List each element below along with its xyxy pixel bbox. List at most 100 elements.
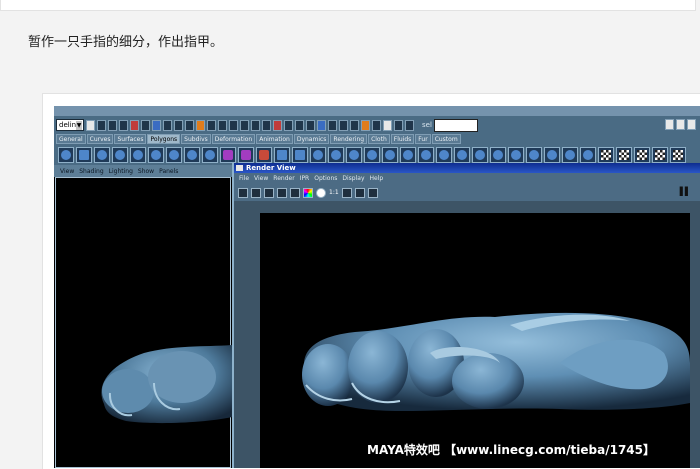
snap-view-plane-icon[interactable] (306, 119, 315, 131)
combine-icon[interactable] (220, 147, 236, 163)
extrude-edge-icon[interactable] (472, 147, 488, 163)
mask-curve-icon[interactable] (185, 119, 194, 131)
insert-edge-loop-icon[interactable] (436, 147, 452, 163)
extrude-face-icon[interactable] (454, 147, 470, 163)
fill-hole-icon[interactable] (346, 147, 362, 163)
render-globals-icon[interactable] (383, 119, 392, 131)
tab-general[interactable]: General (56, 134, 86, 144)
cut-faces-icon[interactable] (562, 147, 578, 163)
make-live-icon[interactable] (317, 119, 326, 131)
helix-icon[interactable] (184, 147, 200, 163)
planar-map-icon[interactable] (598, 147, 614, 163)
append-icon[interactable] (400, 147, 416, 163)
triangulate-icon[interactable] (310, 147, 326, 163)
cylindrical-map-icon[interactable] (616, 147, 632, 163)
snap-curve-icon[interactable] (284, 119, 293, 131)
render-menu-ipr[interactable]: IPR (300, 175, 310, 182)
render-menu-view[interactable]: View (254, 175, 268, 182)
keep-image-icon[interactable] (341, 187, 352, 198)
mask-misc-icon[interactable] (240, 119, 249, 131)
tab-dynamics[interactable]: Dynamics (293, 134, 330, 144)
input-ops-icon[interactable] (328, 119, 337, 131)
snapshot-icon[interactable] (264, 187, 274, 198)
smooth-icon[interactable] (292, 147, 308, 163)
cylinder-icon[interactable] (94, 147, 110, 163)
channel-box-icon[interactable] (687, 119, 696, 130)
make-hole-icon[interactable] (364, 147, 380, 163)
render-menu-help[interactable]: Help (370, 175, 384, 182)
mode-select[interactable]: deling ▼ (56, 119, 84, 131)
project-uv-icon[interactable] (580, 147, 596, 163)
wedge-icon[interactable] (508, 147, 524, 163)
extract-icon[interactable] (256, 147, 272, 163)
tab-animation[interactable]: Animation (256, 134, 293, 144)
select-component-icon[interactable] (141, 119, 150, 131)
remove-image-icon[interactable] (354, 187, 365, 198)
select-mask-icon[interactable] (152, 119, 161, 131)
split-icon[interactable] (418, 147, 434, 163)
tab-surfaces[interactable]: Surfaces (114, 134, 147, 144)
alpha-channel-icon[interactable] (316, 187, 326, 198)
quadrangulate-icon[interactable] (328, 147, 344, 163)
soccer-ball-icon[interactable] (202, 147, 218, 163)
select-object-icon[interactable] (130, 119, 139, 131)
mask-dynamic-icon[interactable] (218, 119, 227, 131)
refresh-icon[interactable] (290, 187, 300, 198)
open-scene-icon[interactable] (97, 119, 106, 131)
ipr-icon[interactable] (277, 187, 287, 198)
render-current-frame-icon[interactable] (361, 119, 370, 131)
uv-editor-icon[interactable] (670, 147, 686, 163)
automatic-map-icon[interactable] (652, 147, 668, 163)
snap-point-icon[interactable] (295, 119, 304, 131)
render-region-icon[interactable] (251, 187, 261, 198)
render-menu-options[interactable]: Options (314, 175, 337, 182)
render-view-window[interactable]: Render View File View Render IPR Options Disp… (232, 163, 700, 468)
create-polygon-icon[interactable] (382, 147, 398, 163)
render-menu-display[interactable]: Display (342, 175, 364, 182)
render-settings-icon[interactable] (367, 187, 378, 198)
tab-custom[interactable]: Custom (431, 134, 461, 144)
plane-icon[interactable] (130, 147, 146, 163)
select-hierarchy-icon[interactable] (119, 119, 128, 131)
cone-icon[interactable] (112, 147, 128, 163)
viewport-menu-show[interactable]: Show (138, 168, 154, 175)
render-menu-render[interactable]: Render (273, 175, 294, 182)
ipr-render-icon[interactable] (372, 119, 381, 131)
save-scene-icon[interactable] (108, 119, 117, 131)
subdivide-icon[interactable] (544, 147, 560, 163)
tab-fur[interactable]: Fur (415, 134, 431, 144)
viewport-menu-panels[interactable]: Panels (159, 168, 178, 175)
output-ops-icon[interactable] (339, 119, 348, 131)
batch-render-icon[interactable] (405, 119, 414, 131)
viewport-menu-shading[interactable]: Shading (79, 168, 103, 175)
real-size-button[interactable]: 1:1 (329, 188, 339, 198)
tab-curves[interactable]: Curves (86, 134, 114, 144)
viewport-menu-view[interactable]: View (60, 168, 74, 175)
torus-icon[interactable] (148, 147, 164, 163)
spherical-map-icon[interactable] (634, 147, 650, 163)
mask-render-icon[interactable] (229, 119, 238, 131)
mask-handle-icon[interactable] (163, 119, 172, 131)
new-scene-icon[interactable] (86, 119, 95, 131)
bridge-icon[interactable] (490, 147, 506, 163)
redo-render-icon[interactable] (238, 187, 248, 198)
tab-subdivs[interactable]: Subdivs (181, 134, 211, 144)
render-menu-file[interactable]: File (239, 175, 249, 182)
snap-grid-icon[interactable] (273, 119, 282, 131)
select-field-input[interactable] (433, 118, 478, 132)
sphere-icon[interactable] (58, 147, 74, 163)
mask-joint-icon[interactable] (174, 119, 183, 131)
mask-surface-icon[interactable] (196, 119, 205, 131)
lock-selection-icon[interactable] (251, 119, 260, 131)
viewport-menu-lighting[interactable]: Lighting (109, 168, 133, 175)
poke-icon[interactable] (526, 147, 542, 163)
pause-icon[interactable]: ▌▌ (680, 187, 691, 196)
boolean-icon[interactable] (274, 147, 290, 163)
cube-icon[interactable] (76, 147, 92, 163)
tab-polygons[interactable]: Polygons (147, 134, 181, 144)
highlight-selection-icon[interactable] (262, 119, 271, 131)
construction-history-icon[interactable] (350, 119, 359, 131)
perspective-viewport[interactable]: View Shading Lighting Show Panels (54, 165, 238, 468)
separate-icon[interactable] (238, 147, 254, 163)
mask-deform-icon[interactable] (207, 119, 216, 131)
